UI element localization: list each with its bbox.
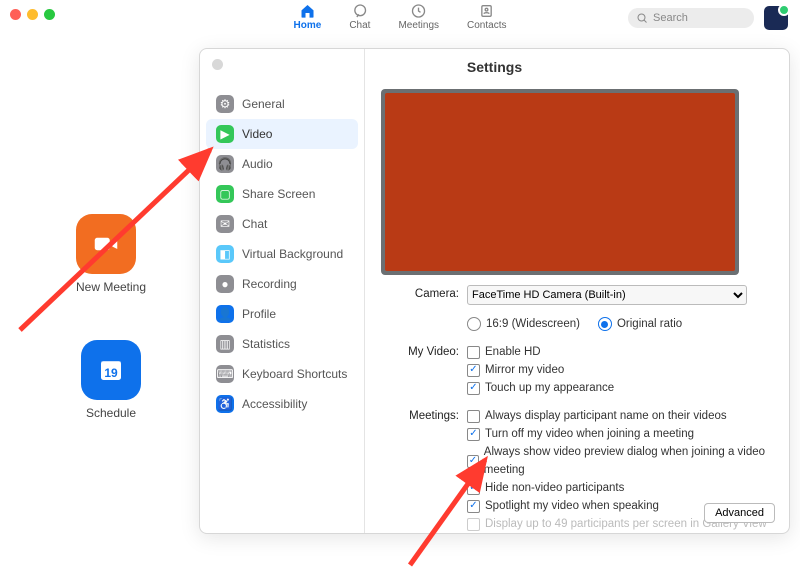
chat-icon [351,2,369,20]
radio-label: 16:9 (Widescreen) [486,315,580,333]
window-controls[interactable] [10,9,55,20]
settings-content: Camera: FaceTime HD Camera (Built-in) 16… [365,49,789,533]
myvideo-label: My Video: [381,343,467,361]
sidebar-label: Audio [242,157,273,171]
share-icon: ▢ [216,185,234,203]
contacts-icon [478,2,496,20]
hide-nonvideo-checkbox[interactable]: Hide non-video participants [467,479,773,497]
recording-icon: ● [216,275,234,293]
calendar-day: 19 [104,366,117,380]
meetings-label: Meetings: [381,407,467,425]
touchup-checkbox[interactable]: Touch up my appearance [467,379,773,397]
search-icon [636,12,648,24]
chat-icon: ✉ [216,215,234,233]
sidebar-label: Accessibility [242,397,307,411]
search-input[interactable]: Search [628,8,754,28]
nav-home-label: Home [294,20,322,31]
schedule-tile[interactable]: 19 Schedule [81,340,141,420]
sidebar-item-general[interactable]: ⚙ General [206,89,358,119]
keyboard-icon: ⌨ [216,365,234,383]
camera-select[interactable]: FaceTime HD Camera (Built-in) [467,285,747,305]
nav-home[interactable]: Home [294,2,322,31]
avatar[interactable] [764,6,788,30]
check-label: Enable HD [485,343,541,361]
camera-label: Camera: [381,285,467,303]
virtual-bg-icon: ◧ [216,245,234,263]
settings-title: Settings [200,59,789,75]
search-placeholder: Search [653,12,688,24]
ratio-original-radio[interactable]: Original ratio [598,315,682,333]
check-label: Mirror my video [485,361,564,379]
sidebar-item-chat[interactable]: ✉ Chat [206,209,358,239]
clock-icon [410,2,428,20]
sidebar-label: Share Screen [242,187,315,201]
check-label: Always display participant name on their… [485,407,727,425]
enable-hd-checkbox[interactable]: Enable HD [467,343,773,361]
video-camera-icon [76,214,136,274]
sidebar-label: Keyboard Shortcuts [242,367,347,381]
sidebar-item-audio[interactable]: 🎧 Audio [206,149,358,179]
nav-contacts[interactable]: Contacts [467,2,506,31]
top-nav: Home Chat Meetings Contacts [294,2,507,31]
sidebar-item-profile[interactable]: 👤 Profile [206,299,358,329]
sidebar-item-kbd[interactable]: ⌨ Keyboard Shortcuts [206,359,358,389]
sidebar-label: Chat [242,217,267,231]
sidebar-item-virtual-bg[interactable]: ◧ Virtual Background [206,239,358,269]
display-name-checkbox[interactable]: Always display participant name on their… [467,407,773,425]
profile-icon: 👤 [216,305,234,323]
nav-meetings[interactable]: Meetings [398,2,439,31]
check-label: Always show video preview dialog when jo… [484,443,773,479]
new-meeting-tile[interactable]: New Meeting [76,214,146,294]
check-label: Hide non-video participants [485,479,624,497]
stats-icon: ▥ [216,335,234,353]
sidebar-item-accessibility[interactable]: ♿ Accessibility [206,389,358,419]
sidebar-label: Profile [242,307,276,321]
schedule-label: Schedule [81,406,141,420]
radio-label: Original ratio [617,315,682,333]
check-label: Spotlight my video when speaking [485,497,659,515]
nav-contacts-label: Contacts [467,20,506,31]
check-label: Turn off my video when joining a meeting [485,425,694,443]
sidebar-label: General [242,97,285,111]
sidebar-item-statistics[interactable]: ▥ Statistics [206,329,358,359]
sidebar-label: Video [242,127,272,141]
settings-sidebar: ⚙ General ▶ Video 🎧 Audio ▢ Share Screen ✉ Ch… [200,49,365,533]
ratio-169-radio[interactable]: 16:9 (Widescreen) [467,315,580,333]
accessibility-icon: ♿ [216,395,234,413]
advanced-button[interactable]: Advanced [704,503,775,523]
sidebar-item-video[interactable]: ▶ Video [206,119,358,149]
zoom-window-icon[interactable] [44,9,55,20]
home-icon [298,2,316,20]
nav-chat[interactable]: Chat [349,2,370,31]
check-label: Touch up my appearance [485,379,614,397]
close-window-icon[interactable] [10,9,21,20]
mirror-checkbox[interactable]: Mirror my video [467,361,773,379]
home-shortcuts: New Meeting 19 Schedule [76,214,146,420]
sidebar-item-share-screen[interactable]: ▢ Share Screen [206,179,358,209]
zoom-app-window: Home Chat Meetings Contacts Search New M… [0,0,800,567]
nav-meetings-label: Meetings [398,20,439,31]
audio-icon: 🎧 [216,155,234,173]
video-preview [381,89,739,275]
video-icon: ▶ [216,125,234,143]
general-icon: ⚙ [216,95,234,113]
settings-window: Settings ⚙ General ▶ Video 🎧 Audio ▢ Share S… [199,48,790,534]
presence-badge [778,4,790,16]
sidebar-label: Statistics [242,337,290,351]
sidebar-item-recording[interactable]: ● Recording [206,269,358,299]
preview-dialog-checkbox[interactable]: Always show video preview dialog when jo… [467,443,773,479]
minimize-window-icon[interactable] [27,9,38,20]
new-meeting-label: New Meeting [76,280,146,294]
sidebar-label: Virtual Background [242,247,343,261]
nav-chat-label: Chat [349,20,370,31]
turnoff-video-checkbox[interactable]: Turn off my video when joining a meeting [467,425,773,443]
calendar-icon: 19 [81,340,141,400]
sidebar-label: Recording [242,277,297,291]
